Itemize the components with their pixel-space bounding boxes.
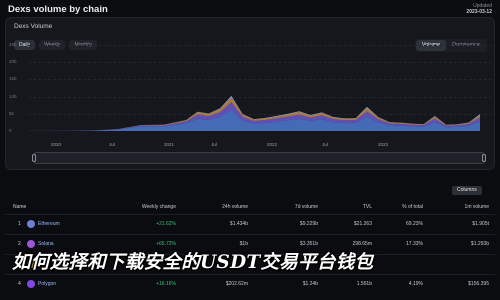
y-tick-label: 5b xyxy=(9,111,15,116)
x-tick-label: 2020 xyxy=(50,142,62,147)
table-row[interactable]: 4 Polygon +16.16% $202.62m $1.24b 1.561b… xyxy=(5,274,495,294)
polygon-icon xyxy=(27,280,35,288)
x-tick-label: 2023 xyxy=(377,142,389,147)
x-tick-label: 2021 xyxy=(163,142,175,147)
pct-total-value: 4.19% xyxy=(408,281,423,287)
volume-7d-value: $3.351b xyxy=(299,241,318,247)
x-tick-label: Jul xyxy=(109,142,115,147)
y-tick-label: 20b xyxy=(9,59,17,64)
pct-total-value: 69.23% xyxy=(406,221,423,227)
column-header-24h-volume[interactable]: 24h volume xyxy=(222,204,248,210)
columns-button[interactable]: Columns xyxy=(452,186,482,195)
updated-date: 2023-03-12 xyxy=(466,9,492,15)
column-header-1m-volume[interactable]: 1m volume xyxy=(465,204,489,210)
row-rank: 1 xyxy=(18,221,21,227)
column-header-tvl[interactable]: TVL xyxy=(363,204,372,210)
volume-7d-value: $9.229b xyxy=(299,221,318,227)
updated-stamp: Updated 2023-03-12 xyxy=(466,3,492,16)
x-tick-label: Jul xyxy=(211,142,217,147)
column-header-name[interactable]: Name xyxy=(13,204,26,210)
tvl-value: 1.561b xyxy=(356,281,372,287)
watermark-caption: 如何选择和下载安全的USDT交易平台钱包 xyxy=(12,252,374,273)
column-header-pct-total[interactable]: % of total xyxy=(402,204,423,210)
ethereum-icon xyxy=(27,220,35,228)
volume-area-chart xyxy=(28,95,480,131)
row-rank: 2 xyxy=(18,241,21,247)
range-slider[interactable] xyxy=(32,152,486,164)
volume-1m-value: $156.395 xyxy=(468,281,489,287)
solana-icon xyxy=(27,240,35,248)
y-tick-label: 25b xyxy=(9,42,17,47)
x-tick-label: Jul xyxy=(322,142,328,147)
volume-24h-value: $1.434b xyxy=(229,221,248,227)
x-tick-label: 2022 xyxy=(266,142,278,147)
volume-24h-value: $202.62m xyxy=(225,281,248,287)
page-title: Dexs volume by chain xyxy=(8,3,108,15)
y-tick-label: 15b xyxy=(9,76,17,81)
tvl-value: 298.65m xyxy=(352,241,372,247)
chain-name-link[interactable]: Ethereum xyxy=(38,221,60,227)
weekly-change-value: +65.72% xyxy=(156,241,176,247)
column-header-7d-volume[interactable]: 7d volume xyxy=(295,204,318,210)
y-tick-label: 10b xyxy=(9,94,17,99)
volume-1m-value: $1.293b xyxy=(470,241,489,247)
pct-total-value: 17.33% xyxy=(406,241,423,247)
column-header-weekly-change[interactable]: Weekly change xyxy=(142,204,176,210)
volume-1m-value: $1.905t xyxy=(472,221,489,227)
table-header: Name Weekly change 24h volume 7d volume … xyxy=(5,200,495,214)
y-tick-label: 0 xyxy=(9,128,12,133)
volume-7d-value: $1.24b xyxy=(302,281,318,287)
chain-name-link[interactable]: Solana xyxy=(38,241,54,247)
table-row[interactable]: 1 Ethereum +21.62% $1.434b $9.229b $21.2… xyxy=(5,214,495,234)
weekly-change-value: +16.16% xyxy=(156,281,176,287)
chart-title: Dexs Volume xyxy=(14,23,53,30)
volume-24h-value: $1b xyxy=(239,241,248,247)
weekly-change-value: +21.62% xyxy=(156,221,176,227)
range-handle-right[interactable] xyxy=(482,154,486,162)
top-bar: Dexs volume by chain Updated 2023-03-12 xyxy=(0,0,500,18)
chain-name-link[interactable]: Polygon xyxy=(38,281,56,287)
range-slider-window[interactable] xyxy=(34,153,484,163)
row-rank: 4 xyxy=(18,281,21,287)
tvl-value: $21.263 xyxy=(353,221,372,227)
range-handle-left[interactable] xyxy=(32,154,36,162)
